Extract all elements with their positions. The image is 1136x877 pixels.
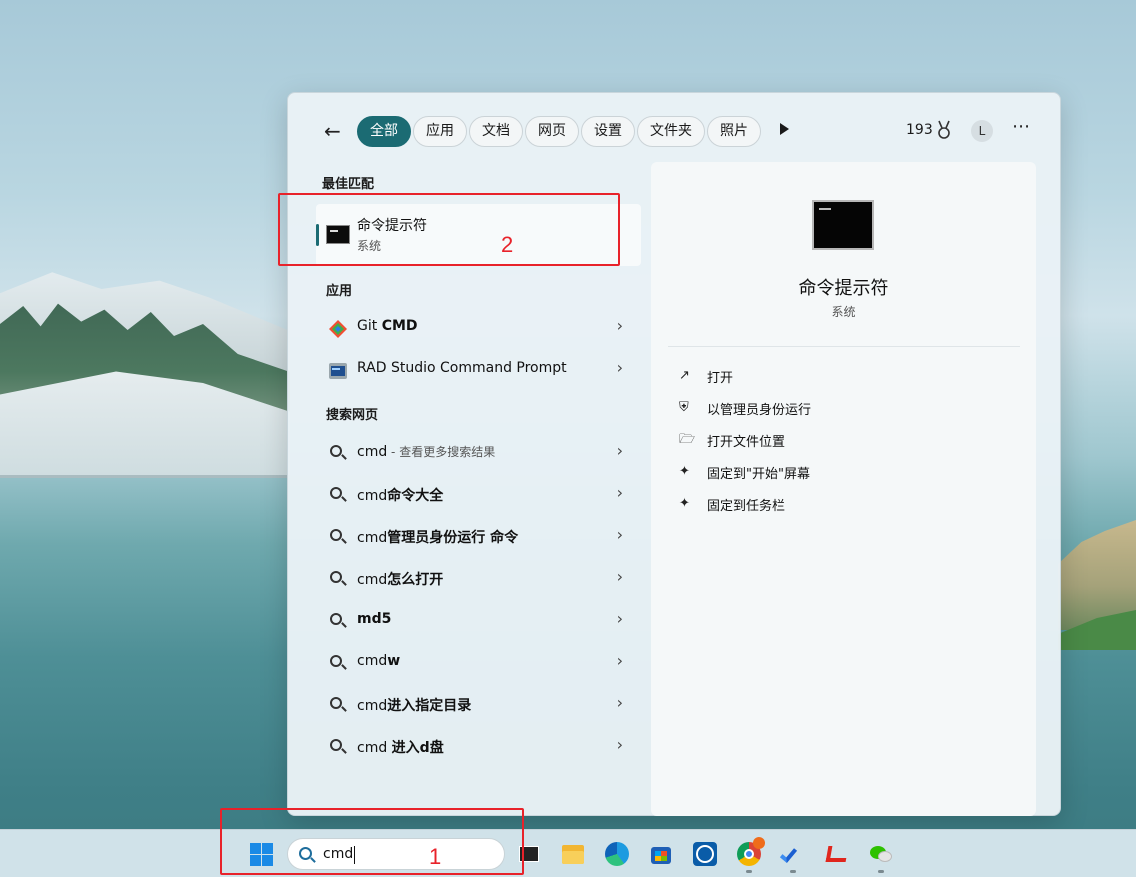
pin-icon: ✦ <box>679 464 690 479</box>
web-suggestion[interactable]: cmd命令大全 › <box>316 475 641 515</box>
file-explorer-icon[interactable] <box>561 842 585 866</box>
web-suggestion[interactable]: cmd怎么打开 › <box>316 559 641 599</box>
app-item-git-cmd[interactable]: Git CMD › <box>316 308 641 348</box>
taskbar: cmd <box>0 829 1136 877</box>
back-arrow-icon[interactable]: ← <box>324 119 348 143</box>
search-icon <box>330 571 342 583</box>
rewards-medal-icon[interactable] <box>936 120 952 140</box>
section-heading-apps: 应用 <box>326 284 353 299</box>
filter-chip-settings[interactable]: 设置 <box>581 116 635 147</box>
detail-subtitle: 系统 <box>831 305 856 319</box>
web-suggestion-label: cmd怎么打开 <box>357 572 444 588</box>
action-label: 打开 <box>707 371 734 386</box>
running-indicator <box>746 870 752 873</box>
filter-chip-documents[interactable]: 文档 <box>469 116 523 147</box>
web-suggestion-label: cmd进入指定目录 <box>357 698 472 714</box>
todo-check-icon[interactable] <box>779 842 805 866</box>
open-external-icon: ↗ <box>679 368 690 383</box>
filter-bar: ← 全部 应用 文档 网页 设置 文件夹 照片 193 L ⋯ <box>288 113 1060 149</box>
web-suggestion[interactable]: cmd 进入d盘 › <box>316 727 641 767</box>
web-suggestion-label: md5 <box>357 611 392 627</box>
web-suggestion-label: cmd管理员身份运行 命令 <box>357 530 519 546</box>
app-item-label: RAD Studio Command Prompt <box>357 360 567 376</box>
annotation-label-1: 1 <box>429 844 442 869</box>
chevron-right-icon[interactable]: › <box>617 609 623 628</box>
section-heading-web: 搜索网页 <box>326 408 379 423</box>
action-label: 固定到"开始"屏幕 <box>707 467 810 482</box>
search-icon <box>330 445 342 457</box>
annotation-box-1 <box>220 808 524 875</box>
wps-office-icon[interactable] <box>825 842 849 866</box>
pin-icon: ✦ <box>679 496 690 511</box>
rewards-points: 193 <box>906 122 933 138</box>
chevron-right-icon[interactable]: › <box>617 525 623 544</box>
chevron-right-icon[interactable]: › <box>617 316 623 335</box>
chevron-right-icon[interactable]: › <box>617 358 623 377</box>
more-filters-play-icon[interactable] <box>780 123 789 135</box>
filter-chip-photos[interactable]: 照片 <box>707 116 761 147</box>
web-suggestion-label: cmd 进入d盘 <box>357 740 444 756</box>
action-label: 以管理员身份运行 <box>707 403 812 418</box>
annotation-box-2 <box>278 193 620 266</box>
filter-chip-all[interactable]: 全部 <box>357 116 411 147</box>
action-label: 打开文件位置 <box>707 435 786 450</box>
dell-app-icon[interactable] <box>693 842 717 866</box>
app-item-label: Git CMD <box>357 318 418 334</box>
web-suggestion[interactable]: cmd - 查看更多搜索结果 › <box>316 433 641 473</box>
web-suggestion[interactable]: md5 › <box>316 601 641 641</box>
section-heading-best-match: 最佳匹配 <box>322 177 375 192</box>
web-suggestion-label: cmd - 查看更多搜索结果 <box>357 444 496 460</box>
detail-divider <box>668 346 1020 347</box>
action-label: 固定到任务栏 <box>707 499 786 514</box>
running-indicator <box>790 870 796 873</box>
shield-icon: ⛨ <box>679 400 689 415</box>
search-icon <box>330 655 342 667</box>
web-suggestion-label: cmd命令大全 <box>357 488 444 504</box>
chevron-right-icon[interactable]: › <box>617 567 623 586</box>
web-suggestion-label: cmdw <box>357 653 401 669</box>
search-icon <box>330 739 342 751</box>
chevron-right-icon[interactable]: › <box>617 693 623 712</box>
chevron-right-icon[interactable]: › <box>617 483 623 502</box>
microsoft-store-icon[interactable] <box>649 842 673 866</box>
running-indicator <box>878 870 884 873</box>
detail-pane: 命令提示符 系统 ↗ 打开 ⛨ 以管理员身份运行 🗁 打开文件位置 ✦ 固定到"… <box>651 162 1036 816</box>
command-prompt-large-icon <box>812 200 874 250</box>
wechat-icon[interactable] <box>869 842 893 866</box>
chevron-right-icon[interactable]: › <box>617 651 623 670</box>
annotation-label-2: 2 <box>501 232 514 257</box>
user-avatar[interactable]: L <box>971 120 993 142</box>
web-suggestion[interactable]: cmd进入指定目录 › <box>316 685 641 725</box>
filter-chip-folders[interactable]: 文件夹 <box>637 116 705 147</box>
chrome-browser-icon[interactable] <box>737 837 765 866</box>
chevron-right-icon[interactable]: › <box>617 735 623 754</box>
folder-icon: 🗁 <box>679 432 696 447</box>
chevron-right-icon[interactable]: › <box>617 441 623 460</box>
search-icon <box>330 613 342 625</box>
rad-studio-icon <box>329 363 347 379</box>
git-icon <box>329 320 347 338</box>
detail-title: 命令提示符 <box>798 278 889 299</box>
web-suggestion[interactable]: cmdw › <box>316 643 641 683</box>
search-icon <box>330 487 342 499</box>
filter-chip-web[interactable]: 网页 <box>525 116 579 147</box>
app-item-rad-studio[interactable]: RAD Studio Command Prompt › <box>316 350 641 390</box>
filter-chip-apps[interactable]: 应用 <box>413 116 467 147</box>
edge-browser-icon[interactable] <box>605 842 629 866</box>
search-icon <box>330 697 342 709</box>
more-options-icon[interactable]: ⋯ <box>1012 116 1031 137</box>
web-suggestion[interactable]: cmd管理员身份运行 命令 › <box>316 517 641 557</box>
search-icon <box>330 529 342 541</box>
